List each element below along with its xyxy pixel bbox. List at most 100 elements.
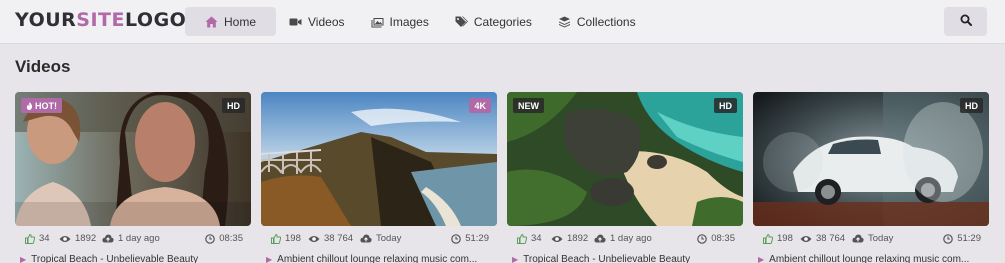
logo-part-3: LOGO <box>125 9 187 31</box>
upload-date: Today <box>360 233 401 244</box>
likes-count: 34 <box>39 233 50 244</box>
video-title-link[interactable]: ▶ Tropical Beach - Unbelievable Beauty <box>20 254 246 263</box>
search-icon <box>960 13 972 31</box>
upload-date: 1 day ago <box>594 233 652 244</box>
date-text: 1 day ago <box>118 233 160 244</box>
video-card: HD 198 38 764 Today 51:29 ▶ Ambient chill… <box>753 92 989 263</box>
video-card: NEW HD 34 1892 1 day ago 08:35 ▶ Tropical… <box>507 92 743 263</box>
duration: 08:35 <box>205 233 243 244</box>
video-title: Ambient chillout lounge relaxing music c… <box>769 254 970 263</box>
views: 38 764 <box>800 233 845 244</box>
nav-categories-label: Categories <box>473 14 532 29</box>
video-thumbnail[interactable]: HD <box>753 92 989 226</box>
clock-icon <box>697 233 708 244</box>
video-meta: 34 1892 1 day ago 08:35 <box>507 233 743 247</box>
duration-text: 08:35 <box>219 233 243 244</box>
likes-count: 198 <box>777 233 793 244</box>
views: 1892 <box>59 233 96 244</box>
thumbnail-image-coastal-bridge <box>261 92 497 226</box>
upload-date: Today <box>852 233 893 244</box>
date-text: 1 day ago <box>610 233 652 244</box>
eye-icon <box>59 235 71 242</box>
likes: 34 <box>517 233 542 244</box>
thumbs-up-icon <box>271 233 281 244</box>
nav-home[interactable]: Home <box>185 7 277 36</box>
clock-icon <box>943 233 954 244</box>
site-logo[interactable]: YOURSITELOGO <box>15 9 186 31</box>
play-triangle-icon: ▶ <box>758 255 765 263</box>
video-thumbnail[interactable]: HOT! HD <box>15 92 251 226</box>
duration: 51:29 <box>451 233 489 244</box>
video-title-link[interactable]: ▶ Ambient chillout lounge relaxing music … <box>758 254 984 263</box>
nav-collections-label: Collections <box>576 14 636 29</box>
hot-badge-label: HOT! <box>35 100 57 111</box>
home-icon <box>205 16 218 28</box>
duration: 51:29 <box>943 233 981 244</box>
nav-home-label: Home <box>224 14 257 29</box>
cloud-upload-icon <box>852 234 864 243</box>
search-button[interactable] <box>944 7 987 36</box>
play-triangle-icon: ▶ <box>266 255 273 263</box>
views: 38 764 <box>308 233 353 244</box>
video-title: Tropical Beach - Unbelievable Beauty <box>523 254 691 263</box>
video-title: Tropical Beach - Unbelievable Beauty <box>31 254 199 263</box>
nav-images-label: Images <box>389 14 429 29</box>
upload-date: 1 day ago <box>102 233 160 244</box>
video-title: Ambient chillout lounge relaxing music c… <box>277 254 478 263</box>
new-badge: NEW <box>513 98 544 113</box>
eye-icon <box>551 235 563 242</box>
video-card: HOT! HD 34 1892 1 day ago 08:35 ▶ Tropic… <box>15 92 251 263</box>
main-nav: Home Videos Images Categories Collection… <box>185 7 649 36</box>
video-card: 4K 198 38 764 Today 51:29 ▶ Ambient chill… <box>261 92 497 263</box>
tags-icon <box>455 16 468 28</box>
views-count: 1892 <box>75 233 97 244</box>
video-title-link[interactable]: ▶ Tropical Beach - Unbelievable Beauty <box>512 254 738 263</box>
logo-part-2: SITE <box>76 9 125 31</box>
eye-icon <box>800 235 812 242</box>
duration-text: 51:29 <box>465 233 489 244</box>
video-grid: HOT! HD 34 1892 1 day ago 08:35 ▶ Tropic… <box>15 92 989 263</box>
video-title-link[interactable]: ▶ Ambient chillout lounge relaxing music … <box>266 254 492 263</box>
views: 1892 <box>551 233 588 244</box>
hot-badge: HOT! <box>21 98 62 113</box>
images-icon <box>371 16 384 28</box>
likes-count: 34 <box>531 233 542 244</box>
quality-badge: HD <box>714 98 737 113</box>
video-thumbnail[interactable]: 4K <box>261 92 497 226</box>
video-camera-icon <box>289 16 302 28</box>
date-text: Today <box>376 233 402 244</box>
layers-icon <box>558 16 571 28</box>
likes-count: 198 <box>285 233 301 244</box>
nav-categories[interactable]: Categories <box>442 7 545 36</box>
cloud-upload-icon <box>102 234 114 243</box>
views-count: 1892 <box>567 233 589 244</box>
video-meta: 34 1892 1 day ago 08:35 <box>15 233 251 247</box>
nav-videos-label: Videos <box>308 14 345 29</box>
play-triangle-icon: ▶ <box>20 255 27 263</box>
thumbs-up-icon <box>517 233 527 244</box>
clock-icon <box>451 233 462 244</box>
video-thumbnail[interactable]: NEW HD <box>507 92 743 226</box>
nav-collections[interactable]: Collections <box>545 7 649 36</box>
thumbs-up-icon <box>763 233 773 244</box>
nav-videos[interactable]: Videos <box>276 7 357 36</box>
eye-icon <box>308 235 320 242</box>
likes: 198 <box>271 233 301 244</box>
play-triangle-icon: ▶ <box>512 255 519 263</box>
likes: 34 <box>25 233 50 244</box>
quality-badge: HD <box>960 98 983 113</box>
duration-text: 08:35 <box>711 233 735 244</box>
duration: 08:35 <box>697 233 735 244</box>
thumbnail-image-white-car-wash <box>753 92 989 226</box>
cloud-upload-icon <box>594 234 606 243</box>
views-count: 38 764 <box>324 233 354 244</box>
clock-icon <box>205 233 216 244</box>
video-meta: 198 38 764 Today 51:29 <box>261 233 497 247</box>
quality-badge: HD <box>222 98 245 113</box>
nav-images[interactable]: Images <box>358 7 442 36</box>
quality-badge: 4K <box>469 98 491 113</box>
cloud-upload-icon <box>360 234 372 243</box>
duration-text: 51:29 <box>957 233 981 244</box>
section-title: Videos <box>15 57 71 76</box>
date-text: Today <box>868 233 894 244</box>
